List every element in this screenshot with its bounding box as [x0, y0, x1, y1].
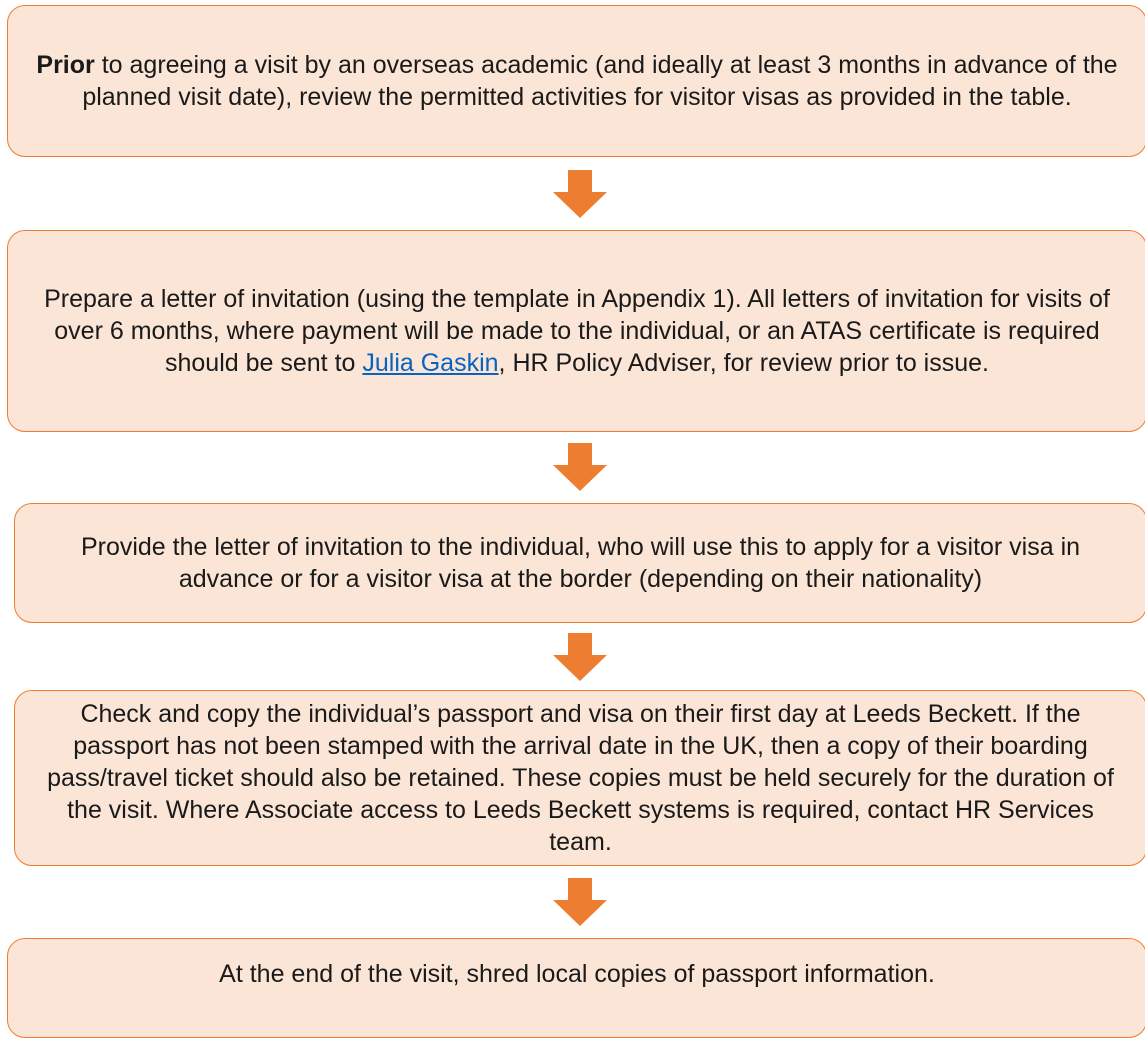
- julia-gaskin-link[interactable]: Julia Gaskin: [362, 349, 498, 377]
- step-3-box: Provide the letter of invitation to the …: [14, 503, 1145, 623]
- step-5-text: At the end of the visit, shred local cop…: [219, 960, 935, 988]
- down-arrow-icon: [553, 170, 607, 218]
- step-1-lead: Prior: [36, 51, 95, 79]
- step-5-box: At the end of the visit, shred local cop…: [7, 938, 1145, 1038]
- step-1-box: Prior to agreeing a visit by an overseas…: [7, 5, 1145, 157]
- down-arrow-icon: [553, 878, 607, 926]
- step-4-text: Check and copy the individual’s passport…: [47, 700, 1114, 856]
- step-4-box: Check and copy the individual’s passport…: [14, 690, 1145, 866]
- down-arrow-icon: [553, 633, 607, 681]
- step-2-box: Prepare a letter of invitation (using th…: [7, 230, 1145, 432]
- step-2-text: Prepare a letter of invitation (using th…: [28, 283, 1126, 379]
- step-1-body: to agreeing a visit by an overseas acade…: [82, 51, 1118, 111]
- step-3-text: Provide the letter of invitation to the …: [80, 533, 1081, 593]
- step-2-body-after: , HR Policy Adviser, for review prior to…: [498, 349, 989, 377]
- down-arrow-icon: [553, 443, 607, 491]
- step-1-text: Prior to agreeing a visit by an overseas…: [28, 49, 1126, 113]
